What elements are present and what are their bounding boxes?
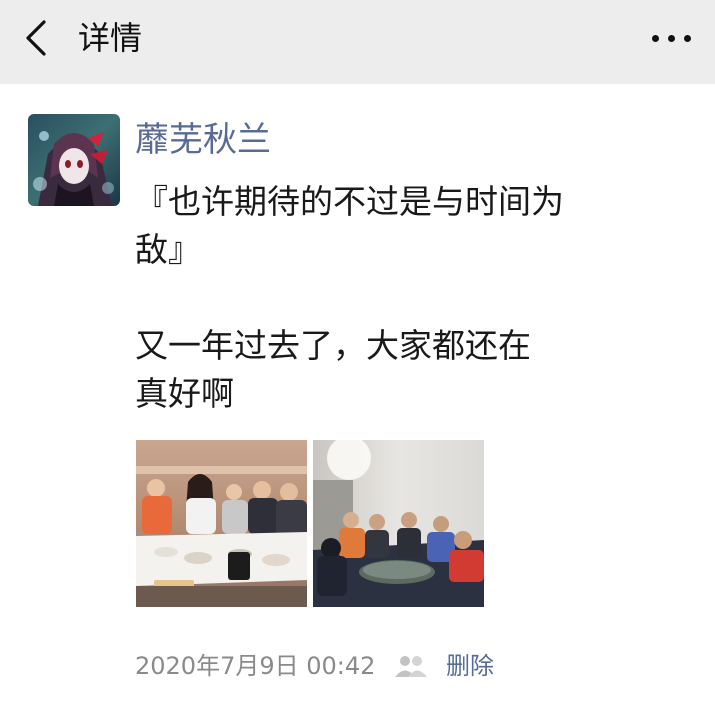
chevron-left-icon bbox=[26, 20, 46, 56]
people-icon bbox=[394, 654, 428, 678]
photo-thumbnail[interactable] bbox=[136, 440, 307, 607]
content-line: 又一年过去了，大家都还在 bbox=[135, 326, 531, 365]
more-dot bbox=[652, 35, 659, 42]
group-room-photo bbox=[313, 440, 484, 607]
more-dot bbox=[684, 35, 691, 42]
content-line: 『也许期待的不过是与时间为 bbox=[135, 182, 564, 221]
avatar[interactable] bbox=[28, 114, 120, 206]
photo-thumbnail[interactable] bbox=[313, 440, 484, 607]
post-content: 『也许期待的不过是与时间为 敌』 又一年过去了，大家都还在 真好啊 bbox=[135, 178, 655, 418]
content-line: 真好啊 bbox=[135, 374, 234, 413]
more-dot bbox=[668, 35, 675, 42]
content-line: 敌』 bbox=[135, 230, 201, 269]
nickname-link[interactable]: 蘼芜秋兰 bbox=[135, 118, 271, 162]
group-dinner-photo bbox=[136, 440, 307, 607]
page-title: 详情 bbox=[78, 19, 143, 57]
more-button[interactable] bbox=[649, 18, 697, 58]
nav-bar: 详情 bbox=[0, 0, 715, 84]
content-line-empty bbox=[135, 274, 655, 322]
back-button[interactable] bbox=[18, 18, 58, 58]
anime-avatar-image bbox=[28, 114, 120, 206]
post-time: 2020年7月9日 00:42 bbox=[135, 652, 376, 680]
delete-button[interactable]: 删除 bbox=[446, 648, 494, 684]
